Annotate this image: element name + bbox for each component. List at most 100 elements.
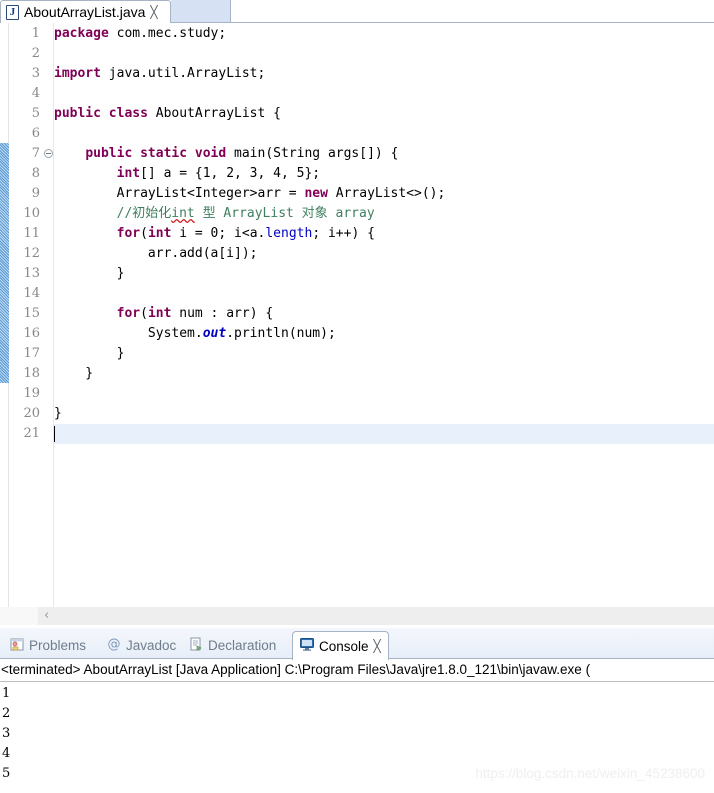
code-token: package bbox=[54, 26, 109, 41]
line-number-gutter: 1 2 3 4 5 6 7 8 9 10 11 12 13 14 15 16 17 18 19 20 21 bbox=[9, 23, 43, 607]
code-token: ( bbox=[140, 306, 148, 321]
code-token: com.mec.study; bbox=[108, 26, 227, 41]
line-number: 12 bbox=[23, 246, 40, 261]
line-number: 8 bbox=[31, 166, 40, 181]
code-line[interactable]: public static void main(String args[]) { bbox=[54, 144, 714, 164]
code-text-area[interactable]: package com.mec.study; import java.util.A… bbox=[54, 23, 714, 607]
code-token: length bbox=[265, 226, 313, 241]
problems-icon bbox=[10, 637, 24, 654]
line-number: 14 bbox=[23, 286, 40, 301]
folding-column[interactable] bbox=[43, 23, 54, 607]
code-line[interactable]: int[] a = {1, 2, 3, 4, 5}; bbox=[54, 164, 714, 184]
line-number: 20 bbox=[23, 406, 40, 421]
line-number: 10 bbox=[23, 206, 40, 221]
editor-tab-label: AboutArrayList.java bbox=[24, 4, 146, 20]
console-output-line: 3 bbox=[2, 726, 11, 741]
code-token: ArrayList<>(); bbox=[327, 186, 446, 201]
chevron-left-icon[interactable]: ‹ bbox=[44, 609, 49, 623]
code-line[interactable]: //初始化int 型 ArrayList 对象 array bbox=[54, 204, 714, 224]
code-line[interactable]: System.out.println(num); bbox=[54, 324, 714, 344]
editor-tab-aboutarraylist[interactable]: AboutArrayList.java ╳ bbox=[0, 0, 171, 23]
code-line[interactable] bbox=[54, 284, 714, 304]
line-number: 21 bbox=[23, 426, 40, 441]
code-token: //初始化 bbox=[54, 206, 172, 221]
console-output-line: 4 bbox=[2, 746, 11, 761]
code-token: int bbox=[147, 306, 172, 321]
code-line[interactable]: package com.mec.study; bbox=[54, 24, 714, 44]
close-icon[interactable]: ╳ bbox=[150, 6, 157, 18]
code-line[interactable]: for(int i = 0; i<a.length; i++) { bbox=[54, 224, 714, 244]
code-token: int bbox=[147, 226, 172, 241]
declaration-icon bbox=[189, 637, 203, 654]
code-line[interactable] bbox=[54, 424, 714, 444]
line-number: 3 bbox=[31, 66, 40, 81]
code-token: i = 0; i<a. bbox=[171, 226, 266, 241]
panel-tab-label: Declaration bbox=[208, 637, 277, 653]
line-number: 13 bbox=[23, 266, 40, 281]
bottom-panel-tabbar: Problems @ Javadoc Declaration Console ╳ bbox=[0, 628, 714, 660]
code-line[interactable]: } bbox=[54, 364, 714, 384]
code-line[interactable] bbox=[54, 124, 714, 144]
line-number: 7 bbox=[31, 146, 40, 161]
code-token: arr.add(a[i]); bbox=[54, 246, 258, 261]
code-line[interactable]: arr.add(a[i]); bbox=[54, 244, 714, 264]
line-number: 15 bbox=[23, 306, 40, 321]
text-caret bbox=[54, 426, 55, 442]
fold-collapse-icon[interactable] bbox=[44, 149, 53, 158]
panel-tab-label: Javadoc bbox=[126, 637, 177, 653]
panel-tab-javadoc[interactable]: @ Javadoc bbox=[100, 631, 183, 659]
scrollbar-track[interactable] bbox=[38, 607, 714, 625]
code-token: int bbox=[116, 166, 141, 181]
code-token: } bbox=[54, 266, 125, 281]
code-token: public static void bbox=[85, 146, 227, 161]
code-token: num : arr) { bbox=[171, 306, 274, 321]
code-token: ( bbox=[140, 226, 148, 241]
code-token: } bbox=[54, 406, 62, 421]
code-token: for bbox=[116, 226, 141, 241]
code-token: import bbox=[54, 66, 101, 81]
code-token: [] a = {1, 2, 3, 4, 5}; bbox=[140, 166, 321, 181]
code-line[interactable] bbox=[54, 384, 714, 404]
annotation-change-bar bbox=[0, 23, 9, 607]
code-line[interactable]: import java.util.ArrayList; bbox=[54, 64, 714, 84]
code-line[interactable]: for(int num : arr) { bbox=[54, 304, 714, 324]
line-number: 16 bbox=[23, 326, 40, 341]
close-icon[interactable]: ╳ bbox=[374, 640, 381, 652]
line-number: 5 bbox=[31, 106, 40, 121]
code-line[interactable]: public class AboutArrayList { bbox=[54, 104, 714, 124]
editor-horizontal-scrollbar[interactable]: ‹ bbox=[0, 607, 714, 628]
panel-tab-label: Console bbox=[319, 638, 369, 654]
code-token: main(String args[]) { bbox=[226, 146, 399, 161]
code-line[interactable] bbox=[54, 84, 714, 104]
scrollbar-left-zone bbox=[0, 607, 38, 625]
code-line[interactable]: } bbox=[54, 264, 714, 284]
code-token: for bbox=[116, 306, 141, 321]
code-token: ArrayList<Integer>arr = bbox=[54, 186, 305, 201]
panel-tab-console[interactable]: Console ╳ bbox=[292, 631, 389, 660]
code-line[interactable]: } bbox=[54, 404, 714, 424]
code-line[interactable]: } bbox=[54, 344, 714, 364]
code-line[interactable]: ArrayList<Integer>arr = new ArrayList<>(… bbox=[54, 184, 714, 204]
panel-tab-declaration[interactable]: Declaration bbox=[182, 631, 283, 659]
editor-tabbar-filler bbox=[171, 0, 231, 22]
line-number: 18 bbox=[23, 366, 40, 381]
code-line[interactable] bbox=[54, 44, 714, 64]
console-launch-header: <terminated> AboutArrayList [Java Applic… bbox=[0, 659, 714, 682]
code-token: out bbox=[202, 326, 227, 341]
line-number: 1 bbox=[31, 26, 40, 41]
code-token: } bbox=[54, 346, 125, 361]
watermark-text: https://blog.csdn.net/weixin_45238600 bbox=[475, 766, 705, 781]
panel-tab-problems[interactable]: Problems bbox=[3, 631, 93, 659]
code-editor[interactable]: 1 2 3 4 5 6 7 8 9 10 11 12 13 14 15 16 17 18 19 20 21 packag… bbox=[0, 23, 714, 607]
line-number: 19 bbox=[23, 386, 40, 401]
console-output-line: 2 bbox=[2, 706, 11, 721]
code-token: int bbox=[171, 206, 195, 221]
code-token: ; i++) { bbox=[312, 226, 375, 241]
console-output-line: 1 bbox=[2, 686, 11, 701]
javadoc-icon: @ bbox=[107, 637, 121, 652]
code-token: .println(num); bbox=[226, 326, 336, 341]
eclipse-ide-window: AboutArrayList.java ╳ 123456789101112131… bbox=[0, 0, 714, 793]
